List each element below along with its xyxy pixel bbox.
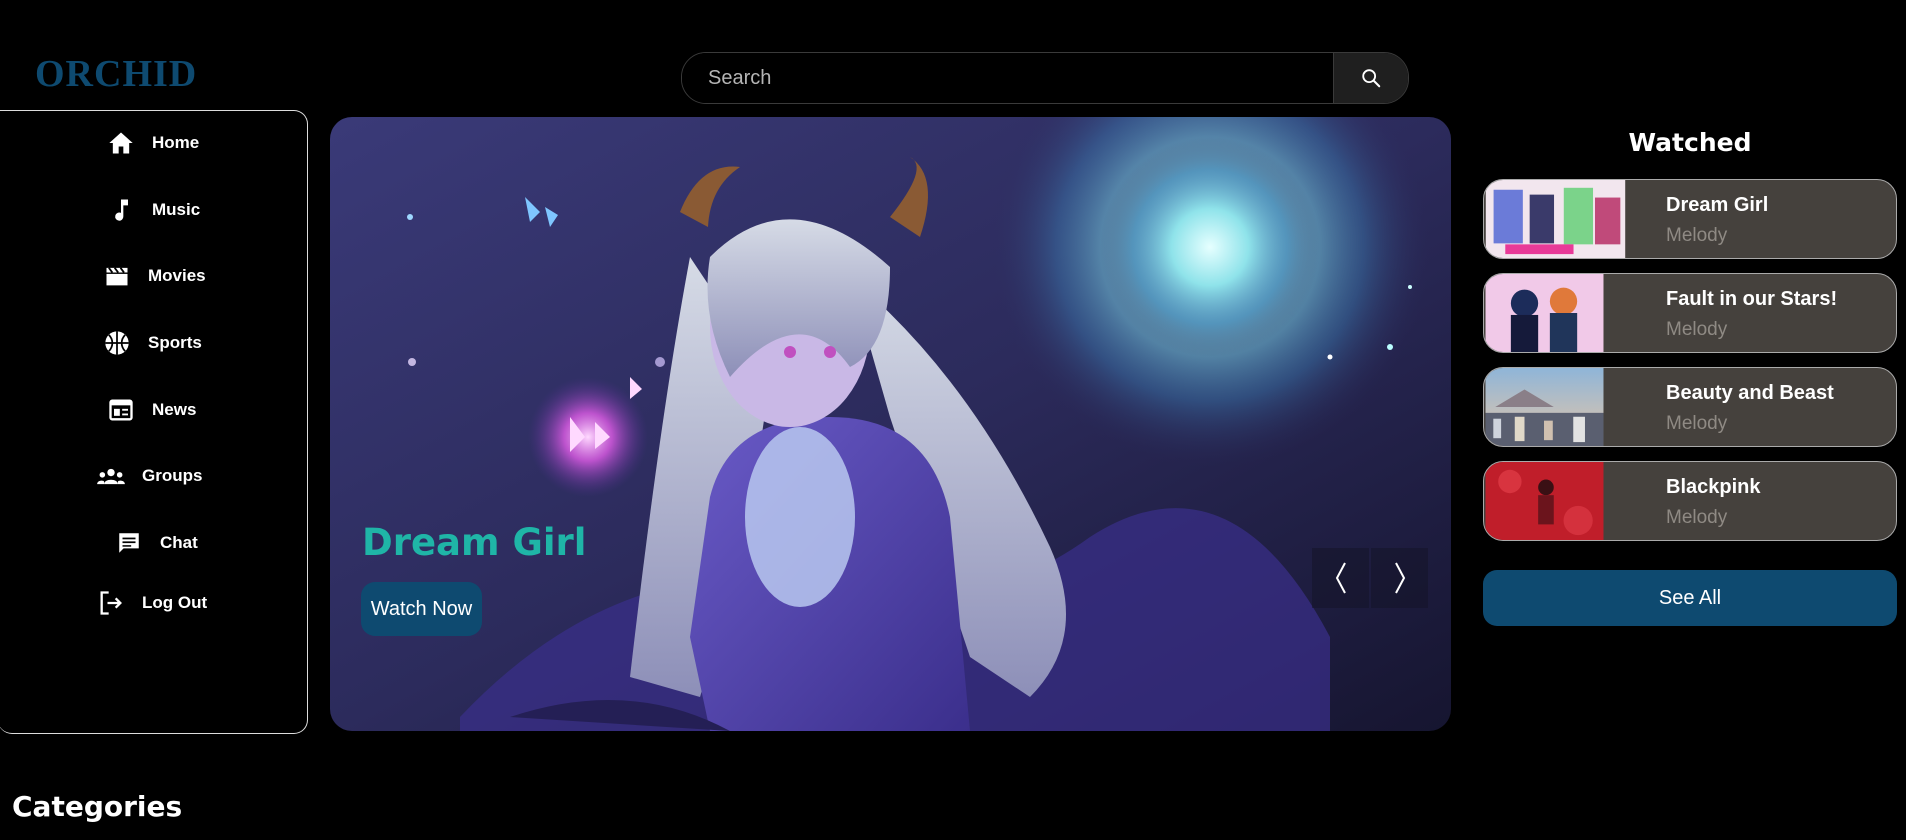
basketball-icon [102,328,132,358]
watched-card[interactable]: Dream Girl Melody [1483,179,1897,259]
watched-card[interactable]: Beauty and Beast Melody [1483,367,1897,447]
watched-heading: Watched [1628,128,1752,157]
sidebar-item-movies[interactable]: Movies [102,261,206,291]
chat-icon [114,528,144,558]
watched-thumbnail [1485,274,1604,352]
sidebar-item-label: Movies [148,266,206,285]
music-note-icon [106,195,136,225]
chevron-left-icon [1335,562,1346,594]
search-icon [1362,69,1381,88]
sidebar-item-label: Log Out [142,593,208,612]
sidebar-item-label: Groups [142,466,203,485]
next-slide-button[interactable] [1371,548,1428,608]
watch-now-button[interactable]: Watch Now [361,582,482,636]
watched-card-subtitle: Melody [1666,319,1728,340]
sidebar-item-label: News [152,400,197,419]
watched-thumbnail [1485,462,1604,540]
logout-icon [96,588,126,618]
sidebar-item-chat[interactable]: Chat [114,528,198,558]
watched-card-subtitle: Melody [1666,413,1728,434]
chevron-right-icon [1394,562,1405,594]
watched-card-title: Beauty and Beast [1666,382,1834,404]
groups-icon [96,461,126,491]
watched-card[interactable]: Fault in our Stars! Melody [1483,273,1897,353]
clapperboard-icon [102,261,132,291]
sidebar-item-news[interactable]: News [106,395,196,425]
carousel-controls [1312,548,1430,608]
watched-card-title: Fault in our Stars! [1666,288,1838,310]
watched-card-title: Dream Girl [1666,194,1769,216]
sidebar-item-label: Music [152,200,201,219]
watched-card-subtitle: Melody [1666,225,1728,246]
sidebar-item-label: Home [152,133,200,152]
sidebar-item-home[interactable]: Home [106,128,199,158]
hero-banner: Dream Girl Watch Now [330,117,1451,731]
sidebar-item-label: Chat [160,533,198,552]
sidebar: Home Music Movies Sports News Groups Cha… [0,110,308,734]
watched-thumbnail [1485,180,1626,258]
search-input[interactable] [682,53,1333,103]
sidebar-item-music[interactable]: Music [106,195,200,225]
watched-card-subtitle: Melody [1666,507,1728,528]
see-all-button[interactable]: See All [1483,570,1897,626]
logo[interactable]: ORCHID [35,52,197,96]
home-icon [106,128,136,158]
watched-card[interactable]: Blackpink Melody [1483,461,1897,541]
search-bar [681,52,1409,104]
search-button[interactable] [1333,53,1408,103]
sidebar-item-label: Sports [148,333,202,352]
sidebar-item-sports[interactable]: Sports [102,328,202,358]
sidebar-item-groups[interactable]: Groups [96,461,202,491]
prev-slide-button[interactable] [1312,548,1369,608]
hero-image [330,117,1451,731]
hero-title: Dream Girl [362,521,587,564]
watched-card-title: Blackpink [1666,476,1761,498]
sidebar-item-logout[interactable]: Log Out [96,588,207,618]
newspaper-icon [106,395,136,425]
categories-heading: Categories [12,790,183,823]
watched-thumbnail [1485,368,1604,446]
